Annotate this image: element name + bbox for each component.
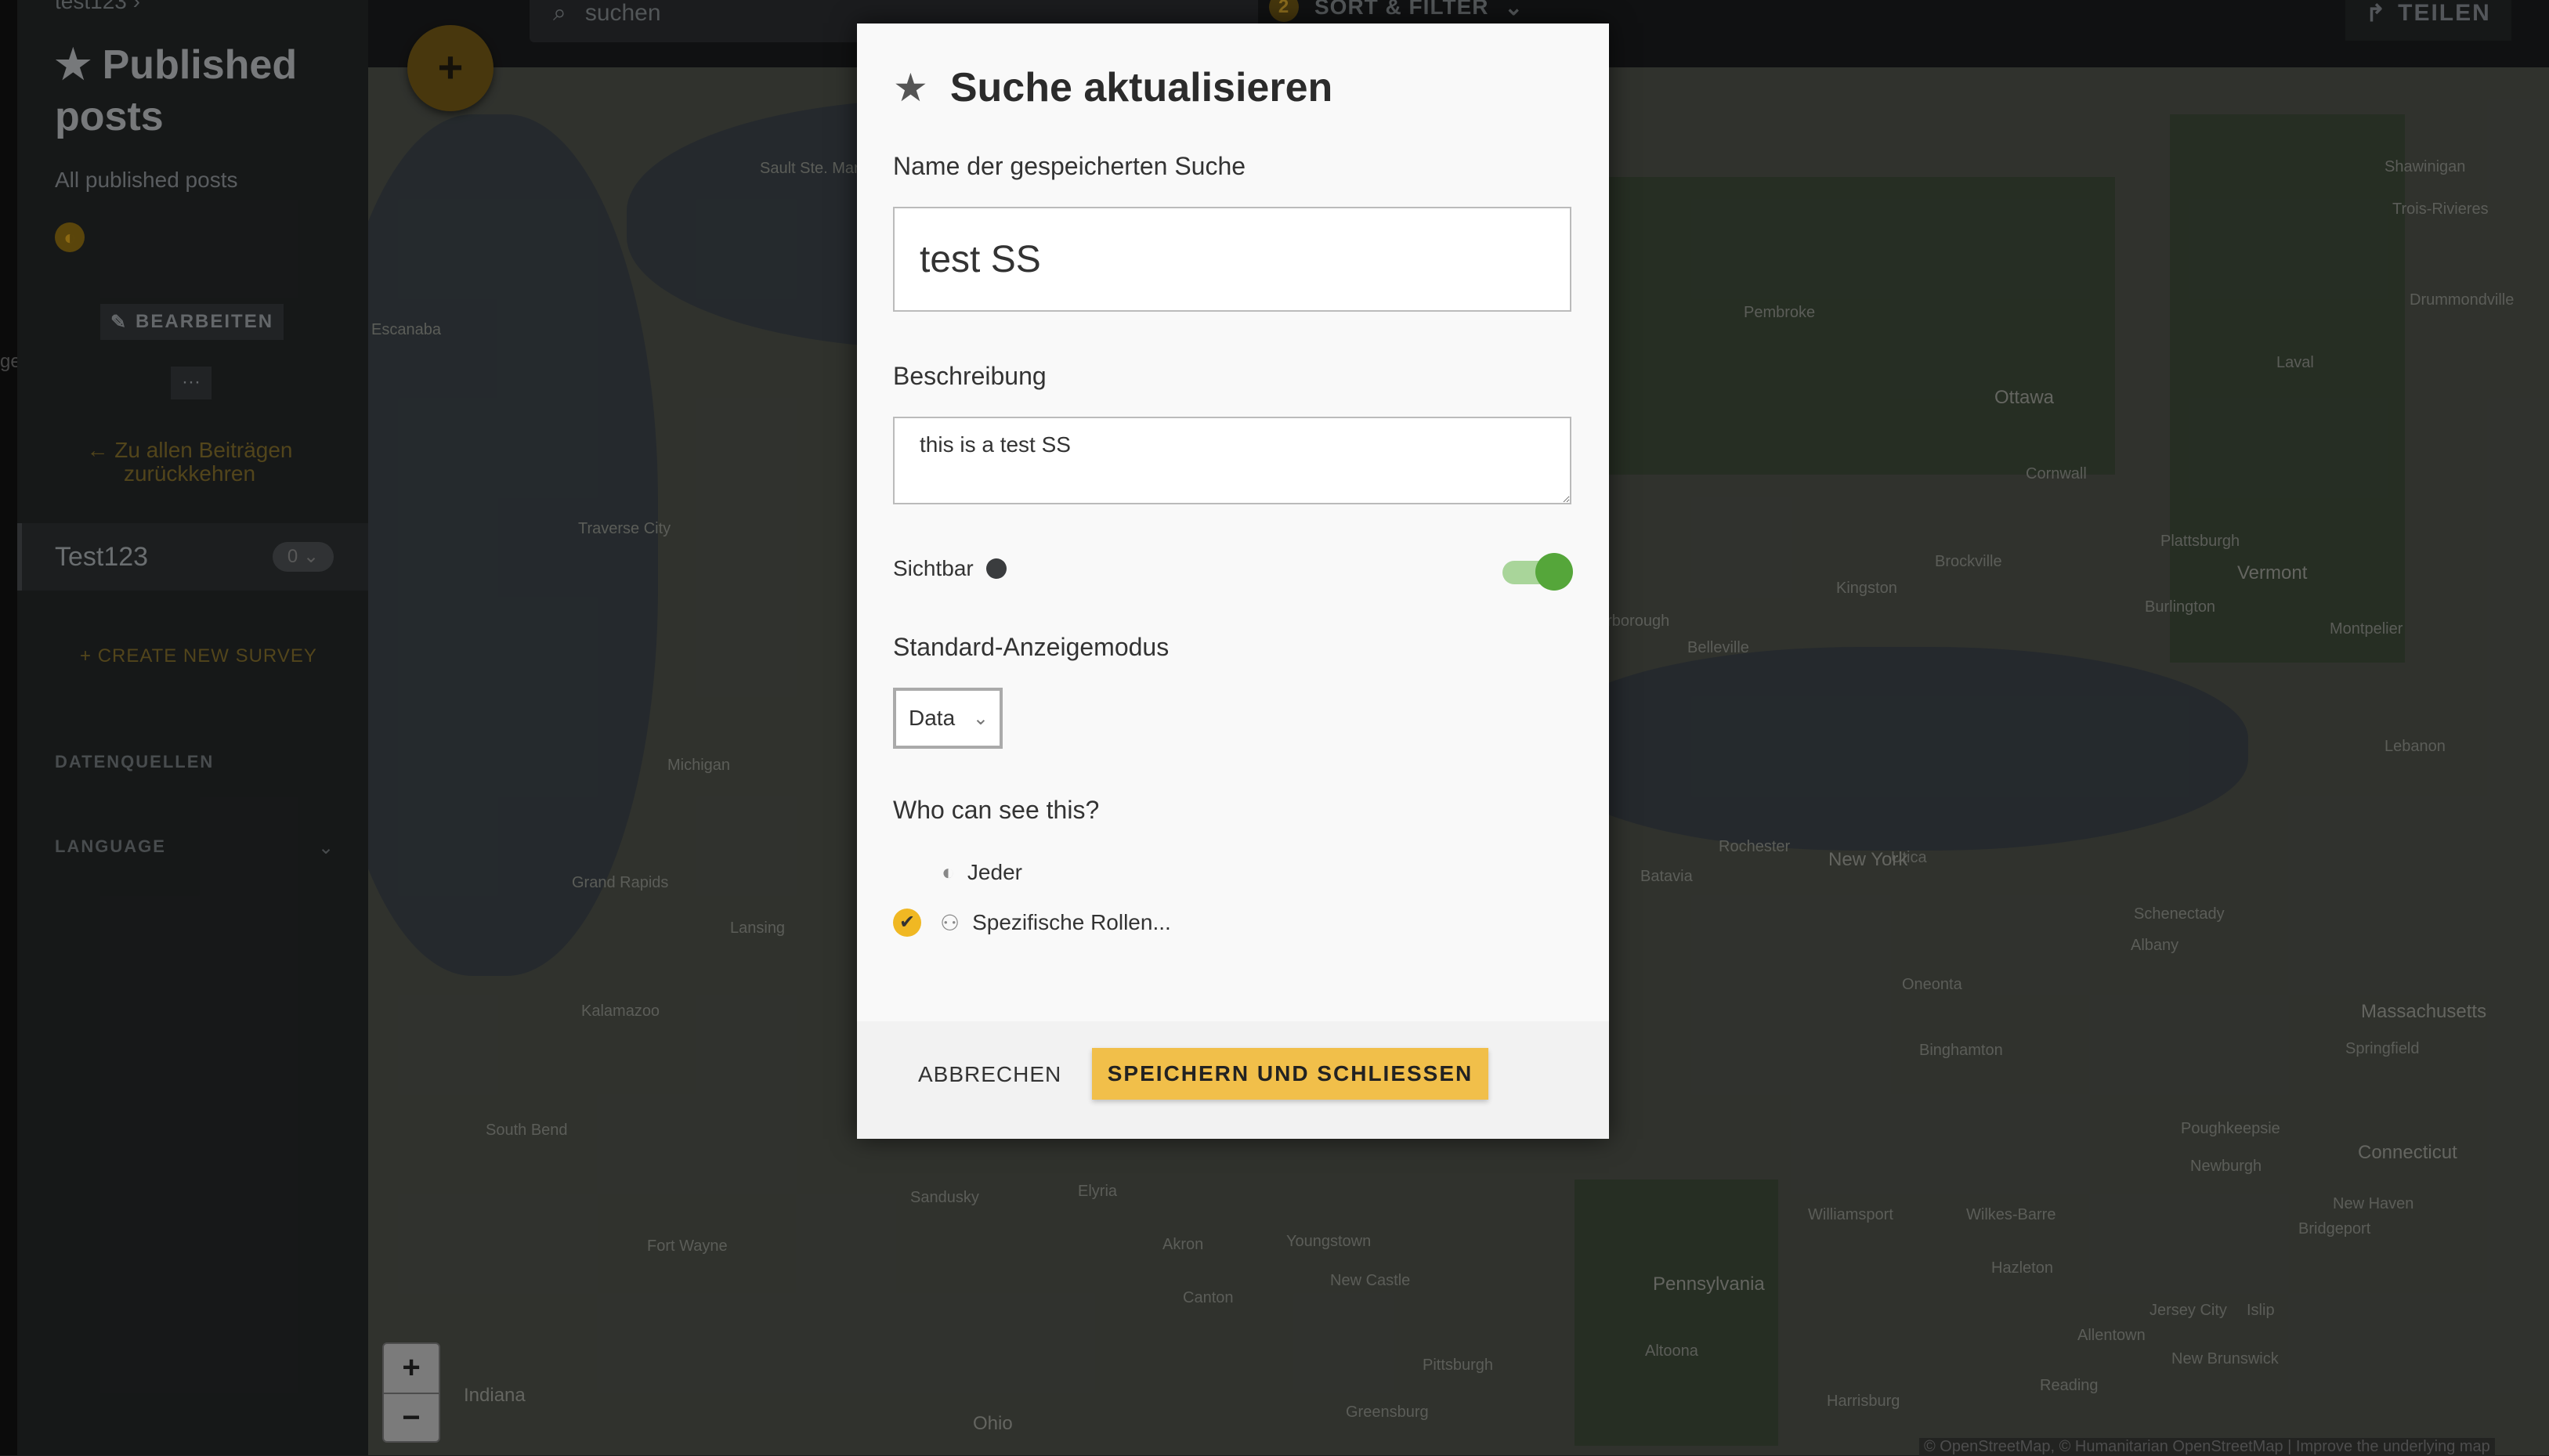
visible-row: Sichtbar [893,556,1007,581]
option-label: Spezifische Rollen... [972,910,1171,934]
checkmark-icon[interactable]: ✔ [893,909,921,937]
option-everyone[interactable]: ◐ Jeder [942,860,1022,885]
toggle-knob [1535,553,1573,591]
option-specific-roles[interactable]: ✔ ⚇ Spezifische Rollen... [893,909,1171,937]
globe-icon: ◐ [942,860,955,884]
star-icon: ★ [893,66,928,110]
name-label: Name der gespeicherten Suche [893,152,1246,180]
update-search-dialog: ★ Suche aktualisieren Name der gespeiche… [857,23,1609,1139]
users-icon: ⚇ [940,910,960,935]
search-name-input[interactable] [893,207,1571,312]
cancel-button[interactable]: ABBRECHEN [918,1062,1061,1087]
dialog-header: ★ Suche aktualisieren [893,64,1332,111]
description-textarea[interactable]: this is a test SS [893,417,1571,504]
display-mode-select[interactable]: Data ⌄ [893,688,1003,749]
visible-label: Sichtbar [893,556,974,580]
dialog-title: Suche aktualisieren [949,65,1333,110]
info-icon[interactable] [985,558,1007,579]
save-and-close-button[interactable]: SPEICHERN UND SCHLIESSEN [1092,1048,1488,1100]
visible-toggle[interactable] [1502,553,1573,591]
chevron-down-icon: ⌄ [972,707,989,729]
option-label: Jeder [967,860,1022,884]
who-can-see-label: Who can see this? [893,796,1100,824]
display-mode-value: Data [909,706,956,730]
dialog-footer: ABBRECHEN SPEICHERN UND SCHLIESSEN [857,1021,1609,1139]
display-mode-label: Standard-Anzeigemodus [893,633,1170,661]
description-label: Beschreibung [893,362,1047,390]
